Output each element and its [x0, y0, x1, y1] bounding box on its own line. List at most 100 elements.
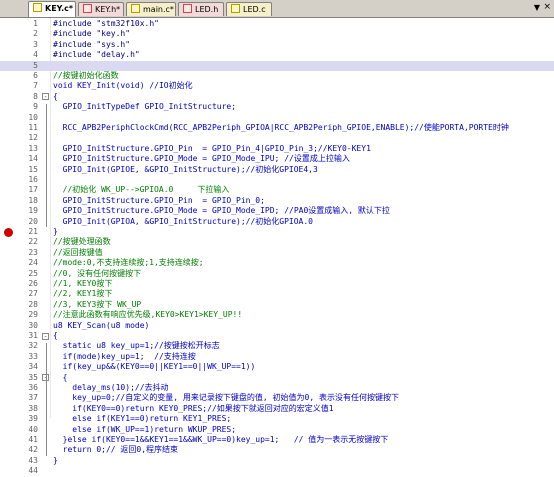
code-line[interactable]: 16: [0, 175, 554, 185]
line-number: 10: [28, 112, 38, 122]
tab-label: KEY.h*: [95, 5, 121, 14]
code-line[interactable]: 27 //2, KEY1按下: [0, 289, 554, 299]
line-number: 33: [28, 351, 38, 361]
code-text: key_up=0;//自定义的变量, 用来记录按下键盘的值, 初始值为0, 表示…: [53, 393, 399, 403]
tab-list-dropdown-button[interactable]: ▼: [534, 3, 540, 12]
code-line[interactable]: 9 GPIO_InitTypeDef GPIO_InitStructure;: [0, 102, 554, 112]
tab-mainc[interactable]: main.c*: [126, 2, 176, 16]
code-line[interactable]: 34 if(key_up&&(KEY0==0||KEY1==0||WK_UP==…: [0, 362, 554, 372]
code-line[interactable]: 32 static u8 key_up=1;//按键按松开标志: [0, 341, 554, 351]
line-number: 20: [28, 216, 38, 226]
code-line[interactable]: 20 GPIO_Init(GPIOA, &GPIO_InitStructure)…: [0, 217, 554, 227]
line-number: 26: [28, 279, 38, 288]
code-editor[interactable]: 1 #include "stm32f10x.h" 2 #include "key.h"…: [0, 18, 554, 475]
code-line[interactable]: 33 if(mode)key_up=1; //支持连按: [0, 352, 554, 362]
code-line[interactable]: 31-{: [0, 331, 554, 341]
code-text: {: [53, 331, 58, 340]
code-text: //注意此函数有响应优先级,KEY0>KEY1>KEY_UP!!: [53, 310, 243, 320]
fold-toggle-icon[interactable]: -: [42, 93, 49, 101]
code-line[interactable]: 39 else if(KEY1==0)return KEY1_PRES;: [0, 414, 554, 424]
code-line[interactable]: 6 //按键初始化函数: [0, 71, 554, 81]
code-line[interactable]: 12: [0, 133, 554, 143]
code-text: GPIO_Init(GPIOA, &GPIO_InitStructure);//…: [53, 216, 314, 226]
code-line[interactable]: 29 //注意此函数有响应优先级,KEY0>KEY1>KEY_UP!!: [0, 310, 554, 320]
line-number: 41: [28, 435, 38, 444]
code-text: #include "stm32f10x.h": [53, 19, 159, 28]
code-line[interactable]: 22 //按键处理函数: [0, 237, 554, 247]
breakpoint-icon[interactable]: [4, 227, 13, 237]
line-number: 5: [33, 60, 38, 70]
code-text: if(key_up&&(KEY0==0||KEY1==0||WK_UP==1)): [53, 362, 256, 372]
code-line[interactable]: 35- {: [0, 373, 554, 383]
tab-ledh[interactable]: LED.h: [178, 2, 224, 16]
code-text: //按键处理函数: [53, 237, 111, 247]
code-text: else if(WK_UP==1)return WKUP_PRES;: [53, 424, 237, 434]
code-line[interactable]: 28 //3, KEY3按下 WK_UP: [0, 300, 554, 310]
line-number: 34: [28, 362, 38, 372]
line-number: 30: [28, 320, 38, 330]
line-number: 35: [28, 372, 38, 382]
code-line[interactable]: 30 u8 KEY_Scan(u8 mode): [0, 321, 554, 331]
code-line[interactable]: 44: [0, 466, 554, 476]
code-line[interactable]: 36 delay_ms(10);//去抖动: [0, 383, 554, 393]
code-text: GPIO_InitStructure.GPIO_Pin = GPIO_Pin_0…: [53, 195, 265, 205]
line-number: 4: [33, 50, 38, 60]
line-number: 1: [33, 19, 38, 28]
code-line[interactable]: 11 RCC_APB2PeriphClockCmd(RCC_APB2Periph…: [0, 123, 554, 133]
code-line[interactable]: 7 void KEY_Init(void) //IO初始化: [0, 81, 554, 91]
line-number: 27: [28, 289, 38, 299]
line-number: 37: [28, 393, 38, 403]
fold-toggle-icon[interactable]: -: [42, 332, 49, 340]
code-line[interactable]: 23 //返回按键值: [0, 248, 554, 258]
code-text: //mode:0,不支持连续按;1,支持连续按;: [53, 258, 204, 268]
code-text: static u8 key_up=1;//按键按松开标志: [53, 341, 220, 351]
code-text: void KEY_Init(void) //IO初始化: [53, 81, 193, 91]
code-line[interactable]: 42 return 0;// 返回0,程序结束: [0, 445, 554, 455]
code-line[interactable]: 40 else if(WK_UP==1)return WKUP_PRES;: [0, 425, 554, 435]
line-number: 13: [28, 143, 38, 153]
code-line[interactable]: 24 //mode:0,不支持连续按;1,支持连续按;: [0, 258, 554, 268]
code-line[interactable]: 4 #include "delay.h": [0, 50, 554, 60]
line-number: 32: [28, 341, 38, 351]
code-text: //返回按键值: [53, 247, 103, 257]
code-line[interactable]: 14 GPIO_InitStructure.GPIO_Mode = GPIO_M…: [0, 154, 554, 164]
code-text: //1, KEY0按下: [53, 279, 113, 288]
code-line[interactable]: 17 //初始化 WK_UP-->GPIOA.0 下拉输入: [0, 185, 554, 195]
code-line[interactable]: 37 key_up=0;//自定义的变量, 用来记录按下键盘的值, 初始值为0,…: [0, 393, 554, 403]
tab-label: KEY.c*: [45, 4, 74, 13]
code-line[interactable]: 1 #include "stm32f10x.h": [0, 19, 554, 29]
tab-keyc[interactable]: KEY.c*: [28, 1, 76, 17]
code-line[interactable]: 19 GPIO_InitStructure.GPIO_Mode = GPIO_M…: [0, 206, 554, 216]
close-tab-button[interactable]: ×: [543, 2, 551, 12]
code-text: }: [53, 227, 58, 236]
code-line[interactable]: 3 #include "sys.h": [0, 40, 554, 50]
line-number: 22: [28, 237, 38, 247]
line-number: 44: [28, 466, 38, 476]
header-file-icon: [83, 4, 92, 13]
line-number: 7: [33, 81, 38, 91]
line-number: 3: [33, 39, 38, 49]
code-line[interactable]: 38 if(KEY0==0)return KEY0_PRES;//如果按下就返回…: [0, 404, 554, 414]
code-line[interactable]: 8-{: [0, 92, 554, 102]
code-text: delay_ms(10);//去抖动: [53, 383, 169, 392]
code-text: RCC_APB2PeriphClockCmd(RCC_APB2Periph_GP…: [53, 123, 509, 132]
tab-keyh[interactable]: KEY.h*: [78, 2, 124, 16]
code-line[interactable]: 5: [0, 60, 554, 71]
line-number: 12: [28, 133, 38, 143]
code-line[interactable]: 26 //1, KEY0按下: [0, 279, 554, 289]
line-number: 36: [28, 383, 38, 392]
code-line[interactable]: 13 GPIO_InitStructure.GPIO_Pin = GPIO_Pi…: [0, 144, 554, 154]
tab-ledc[interactable]: LED.c: [226, 2, 272, 16]
code-line[interactable]: 25 //0, 没有任何按键按下: [0, 269, 554, 279]
code-line[interactable]: 41 }else if(KEY0==1&&KEY1==1&&WK_UP==0)k…: [0, 435, 554, 445]
code-line[interactable]: 10: [0, 113, 554, 123]
line-number: 29: [28, 310, 38, 320]
line-number: 17: [28, 185, 38, 195]
code-line[interactable]: 21}: [0, 227, 554, 237]
code-text: #include "key.h": [53, 29, 131, 39]
code-line[interactable]: 2 #include "key.h": [0, 29, 554, 39]
code-line[interactable]: 18 GPIO_InitStructure.GPIO_Pin = GPIO_Pi…: [0, 196, 554, 206]
code-text: u8 KEY_Scan(u8 mode): [53, 320, 150, 330]
code-line[interactable]: 43}: [0, 456, 554, 466]
code-line[interactable]: 15 GPIO_Init(GPIOE, &GPIO_InitStructure)…: [0, 165, 554, 175]
